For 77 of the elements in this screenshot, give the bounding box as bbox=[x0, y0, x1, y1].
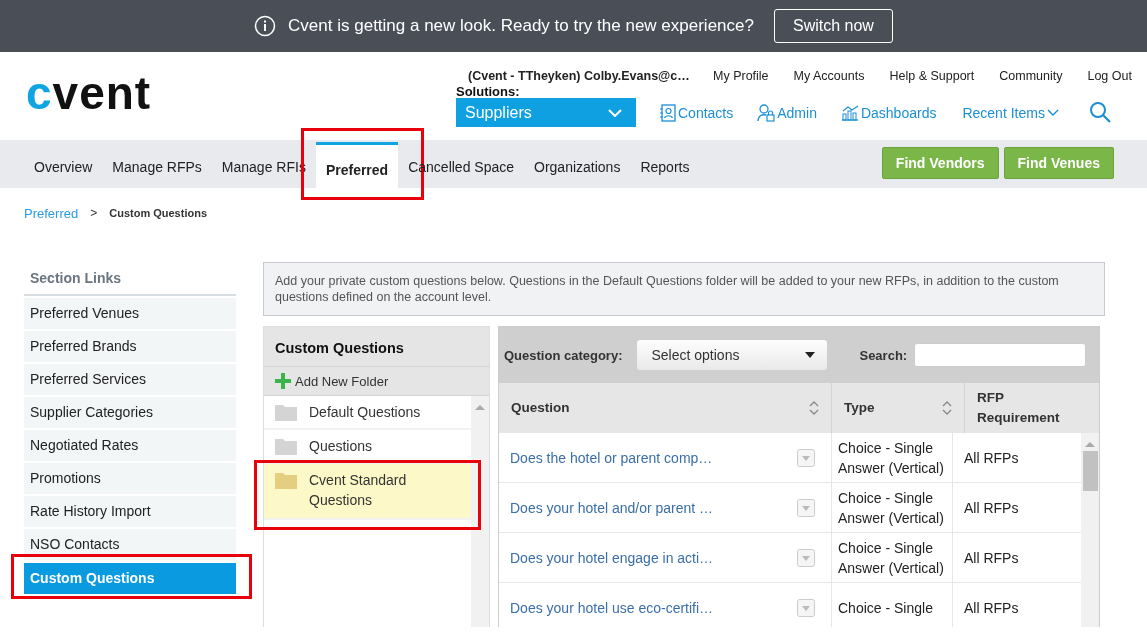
table-cell-text: All RFPs bbox=[963, 598, 1020, 618]
table-cell-text: All RFPs bbox=[963, 498, 1020, 518]
column-header[interactable]: RFP Requirement bbox=[965, 383, 1065, 433]
question-link[interactable]: Does your hotel use eco-certifi… bbox=[510, 597, 714, 618]
table-cell: Choice - Single Answer (Vertical) bbox=[832, 533, 953, 582]
table-cell-text: All RFPs bbox=[963, 548, 1020, 568]
bar-chart-icon bbox=[840, 104, 859, 121]
chevron-down-icon bbox=[1046, 108, 1059, 117]
search-icon[interactable] bbox=[1088, 101, 1111, 123]
sidebar-item[interactable]: Preferred Venues bbox=[24, 298, 236, 329]
folder-item[interactable]: Cvent Standard Questions bbox=[264, 464, 471, 520]
header-link[interactable]: Community bbox=[999, 69, 1063, 83]
user-account-label: (Cvent - TTheyken) Colby.Evans@c… bbox=[468, 69, 688, 83]
quick-link[interactable]: Contacts bbox=[660, 98, 734, 127]
row-menu-icon[interactable] bbox=[797, 448, 815, 467]
nav-tab[interactable]: Organizations bbox=[524, 142, 631, 188]
info-icon bbox=[254, 15, 277, 37]
row-menu-icon[interactable] bbox=[797, 498, 815, 517]
column-header[interactable]: Type bbox=[832, 383, 965, 433]
scroll-up-icon[interactable] bbox=[1085, 441, 1095, 447]
question-link[interactable]: Does your hotel engage in acti… bbox=[510, 547, 714, 568]
table-cell: Choice - Single Answer (Vertical) bbox=[832, 433, 953, 482]
plus-icon bbox=[275, 373, 291, 389]
row-menu-icon[interactable] bbox=[797, 598, 815, 617]
row-menu-icon[interactable] bbox=[797, 548, 815, 567]
logo: cvent bbox=[26, 68, 153, 118]
add-folder-button[interactable]: Add New Folder bbox=[264, 367, 489, 396]
folder-icon bbox=[275, 471, 297, 489]
sidebar-title: Section Links bbox=[24, 267, 236, 296]
table-cell: Choice - Single Answer (Vertical) bbox=[832, 483, 953, 532]
table-cell-text: All RFPs bbox=[963, 448, 1020, 468]
sidebar-item[interactable]: Preferred Services bbox=[24, 364, 236, 395]
header-link[interactable]: My Profile bbox=[713, 69, 769, 83]
banner-message: Cvent is getting a new look. Ready to try the new experience? bbox=[288, 16, 754, 36]
user-lock-icon bbox=[757, 103, 776, 122]
search-label: Search: bbox=[859, 347, 908, 363]
search-field[interactable] bbox=[914, 343, 1087, 367]
quick-link[interactable]: Admin bbox=[757, 98, 817, 127]
nav-tab[interactable]: Overview bbox=[24, 142, 103, 188]
scroll-up-icon[interactable] bbox=[475, 404, 485, 410]
column-header[interactable]: Question bbox=[499, 383, 832, 433]
question-link[interactable]: Does your hotel and/or parent … bbox=[510, 497, 714, 518]
header-link[interactable]: My Accounts bbox=[793, 69, 865, 83]
sort-icon[interactable] bbox=[942, 401, 952, 415]
sidebar-item[interactable]: Rate History Import bbox=[24, 496, 236, 527]
folder-icon bbox=[275, 403, 297, 421]
sidebar-item[interactable]: Supplier Categories bbox=[24, 397, 236, 428]
sort-icon[interactable] bbox=[809, 401, 819, 415]
quick-link[interactable]: Dashboards bbox=[840, 98, 937, 127]
scrollbar[interactable] bbox=[1081, 433, 1099, 627]
scrollbar[interactable] bbox=[471, 396, 489, 627]
question-link[interactable]: Does the hotel or parent comp… bbox=[510, 447, 713, 468]
header-link[interactable]: Log Out bbox=[1087, 69, 1132, 83]
category-label: Question category: bbox=[504, 347, 623, 363]
nav-tab[interactable]: Reports bbox=[630, 142, 700, 188]
quick-link[interactable]: Recent Items bbox=[962, 98, 1059, 127]
dropdown-arrow-icon bbox=[805, 352, 816, 358]
category-select[interactable]: Select options bbox=[637, 340, 828, 370]
contact-card-icon bbox=[660, 103, 676, 122]
sidebar-item[interactable]: Preferred Brands bbox=[24, 331, 236, 362]
folder-icon bbox=[275, 437, 297, 455]
nav-tab[interactable]: Manage RFPs bbox=[102, 142, 212, 188]
header-link[interactable]: Help & Support bbox=[889, 69, 975, 83]
info-message: Add your private custom questions below. Questions in the Default Questions folder will be added to your new RFPs, in addition to the custom questions defined on the account level. bbox=[263, 262, 1105, 316]
table-cell: Choice - Single bbox=[832, 583, 953, 627]
sidebar-item[interactable]: NSO Contacts bbox=[24, 529, 236, 560]
folder-item[interactable]: Default Questions bbox=[264, 396, 471, 430]
breadcrumb-current: Custom Questions bbox=[109, 207, 207, 219]
chevron-down-icon bbox=[608, 108, 622, 117]
breadcrumb-separator: > bbox=[90, 206, 98, 220]
sidebar-item[interactable]: Negotiated Rates bbox=[24, 430, 236, 461]
sidebar-item[interactable]: Promotions bbox=[24, 463, 236, 494]
panel-title: Custom Questions bbox=[264, 327, 489, 367]
nav-tab[interactable]: Preferred bbox=[315, 142, 399, 188]
switch-now-button[interactable]: Switch now bbox=[773, 9, 893, 43]
solutions-label: Solutions: bbox=[456, 86, 521, 98]
scrollbar-thumb[interactable] bbox=[1082, 451, 1098, 491]
